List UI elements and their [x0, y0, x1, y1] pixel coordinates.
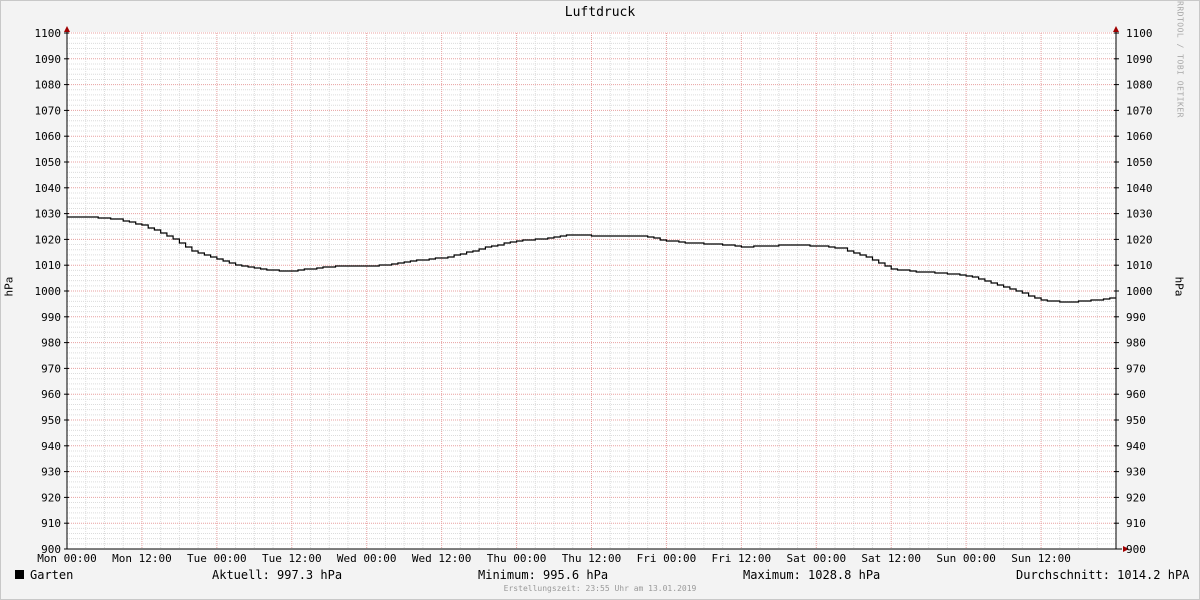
- y-tick-label-right: 1030: [1126, 208, 1153, 221]
- x-tick-label: Sat 00:00: [786, 552, 846, 565]
- y-tick-label-right: 1010: [1126, 259, 1153, 272]
- y-tick-label-right: 930: [1126, 466, 1146, 479]
- y-tick-label-right: 1100: [1126, 27, 1153, 40]
- y-tick-label-left: 910: [41, 517, 61, 530]
- y-tick-label-left: 1000: [35, 285, 62, 298]
- y-tick-label-left: 950: [41, 414, 61, 427]
- y-tick-labels-left: 9009109209309409509609709809901000101010…: [35, 27, 62, 556]
- stat-maximum: Maximum: 1028.8 hPa: [743, 568, 881, 582]
- y-tick-label-right: 900: [1126, 543, 1146, 556]
- y-tick-label-left: 1030: [35, 208, 62, 221]
- y-tick-label-left: 1010: [35, 259, 62, 272]
- y-tick-label-right: 990: [1126, 311, 1146, 324]
- x-tick-label: Tue 12:00: [262, 552, 322, 565]
- y-tick-label-right: 1060: [1126, 130, 1153, 143]
- x-tick-label: Sat 12:00: [861, 552, 921, 565]
- y-tick-label-right: 980: [1126, 337, 1146, 350]
- y-axis-arrow-right: [1113, 26, 1119, 32]
- y-tick-label-left: 1090: [35, 53, 62, 66]
- x-tick-labels: Mon 00:00 Mon 12:00 Tue 00:00 Tue 12:00 Wed …: [37, 552, 1071, 565]
- y-tick-label-right: 1020: [1126, 233, 1153, 246]
- x-tick-label: Mon 12:00: [112, 552, 172, 565]
- x-tick-label: Sun 00:00: [936, 552, 996, 565]
- y-tick-label-left: 960: [41, 388, 61, 401]
- y-tick-label-left: 1070: [35, 104, 62, 117]
- y-tick-label-left: 1050: [35, 156, 62, 169]
- y-tick-label-right: 950: [1126, 414, 1146, 427]
- y-axis-arrow-left: [64, 26, 70, 32]
- legend: Garten Aktuell: 997.3 hPa Minimum: 995.6…: [0, 566, 1200, 584]
- x-tick-label: Tue 00:00: [187, 552, 247, 565]
- stat-current: Aktuell: 997.3 hPa: [212, 568, 343, 582]
- footer-timestamp: Erstellungszeit: 23:55 Uhr am 13.01.2019: [503, 584, 697, 593]
- stat-minimum: Minimum: 995.6 hPa: [478, 568, 609, 582]
- y-tick-label-right: 920: [1126, 491, 1146, 504]
- stat-average: Durchschnitt: 1014.2 hPA: [1016, 568, 1190, 582]
- y-tick-label-right: 1040: [1126, 182, 1153, 195]
- x-tick-label: Thu 00:00: [487, 552, 547, 565]
- y-tick-label-right: 910: [1126, 517, 1146, 530]
- x-tick-label: Sun 12:00: [1011, 552, 1071, 565]
- x-tick-label: Wed 12:00: [412, 552, 472, 565]
- y-tick-label-right: 940: [1126, 440, 1146, 453]
- y-tick-label-left: 1060: [35, 130, 62, 143]
- y-tick-label-left: 990: [41, 311, 61, 324]
- x-tick-label: Thu 12:00: [562, 552, 622, 565]
- y-tick-label-right: 1090: [1126, 53, 1153, 66]
- chart-svg: 900 910 920 930 940 950 960 970 980 990 1000 1010 10…: [35, 26, 1153, 565]
- y-tick-label-left: 1040: [35, 182, 62, 195]
- x-tick-label: Mon 00:00: [37, 552, 97, 565]
- y-tick-label-right: 970: [1126, 362, 1146, 375]
- y-tick-label-right: 1050: [1126, 156, 1153, 169]
- y-tick-label-right: 1070: [1126, 104, 1153, 117]
- y-tick-label-left: 940: [41, 440, 61, 453]
- y-tick-label-left: 920: [41, 491, 61, 504]
- legend-series-label: Garten: [30, 568, 74, 582]
- y-tick-label-right: 1080: [1126, 79, 1153, 92]
- y-tick-label-left: 1080: [35, 79, 62, 92]
- y-tick-labels-right: 900 910 920 930 940 950 960 970 980 990 1000 1010 10…: [1126, 27, 1153, 556]
- x-tick-label: Fri 00:00: [637, 552, 697, 565]
- y-tick-label-left: 980: [41, 337, 61, 350]
- x-tick-label: Wed 00:00: [337, 552, 397, 565]
- y-tick-label-right: 1000: [1126, 285, 1153, 298]
- y-tick-label-left: 930: [41, 466, 61, 479]
- y-tick-label-left: 1020: [35, 233, 62, 246]
- y-tick-label-left: 1100: [35, 27, 62, 40]
- y-tick-label-right: 960: [1126, 388, 1146, 401]
- y-tick-label-left: 970: [41, 362, 61, 375]
- x-tick-label: Fri 12:00: [712, 552, 772, 565]
